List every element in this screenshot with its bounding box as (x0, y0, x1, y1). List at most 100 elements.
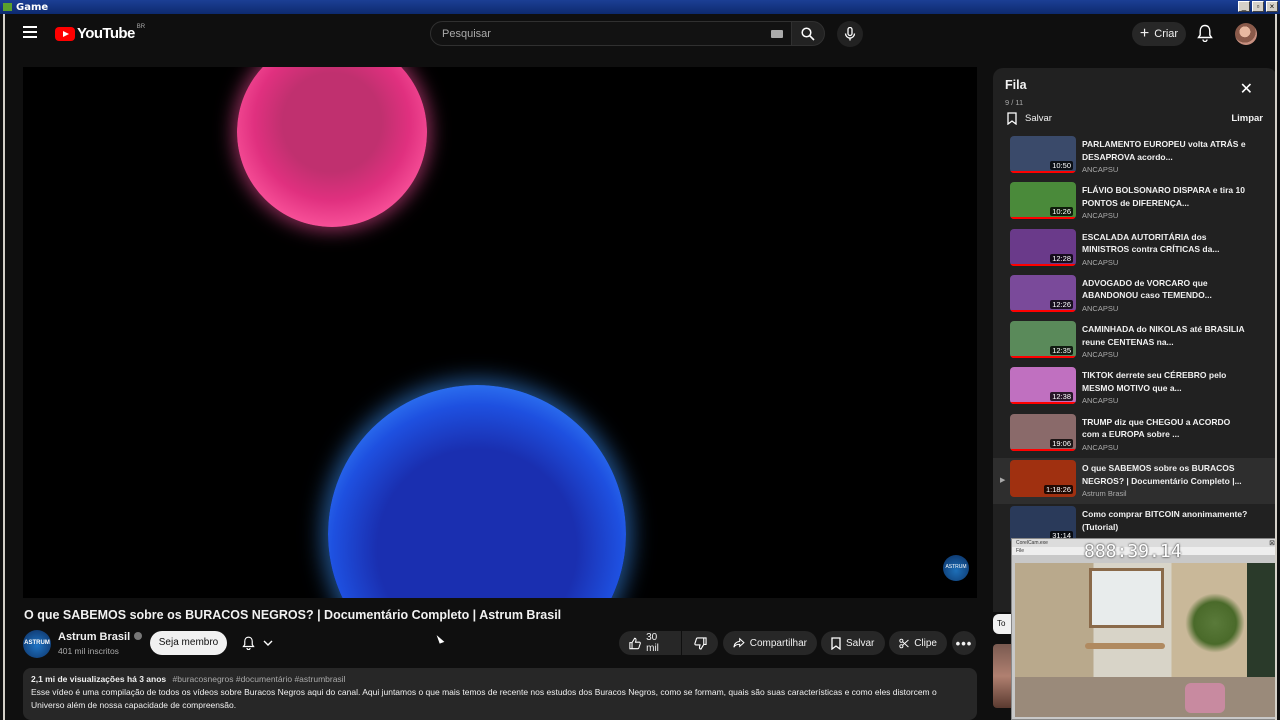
watermark-text: ASTRUM (945, 564, 967, 570)
queue-item[interactable]: 12:35 CAMINHADA do NIKOLAS até BRASILIA r… (993, 319, 1275, 365)
search-input[interactable]: Pesquisar (430, 21, 792, 46)
queue-thumbnail[interactable]: 12:26 (1010, 274, 1076, 312)
bookmark-icon (1007, 112, 1017, 125)
watch-progress-bar (1010, 402, 1076, 405)
queue-thumbnail[interactable]: 10:26 (1010, 182, 1076, 220)
webcam-close-icon[interactable]: ⊠ (1269, 539, 1275, 547)
queue-duration: 10:50 (1050, 161, 1073, 170)
channel-avatar[interactable]: ASTRUM (23, 630, 51, 658)
menu-icon[interactable] (23, 26, 37, 38)
channel-watermark[interactable]: ASTRUM (943, 555, 969, 581)
clip-button[interactable]: Clipe (889, 631, 947, 655)
create-button[interactable]: + Criar (1132, 22, 1186, 46)
queue-save-button[interactable]: Salvar (1007, 112, 1052, 125)
queue-duration: 1:18:26 (1043, 485, 1073, 495)
youtube-logo[interactable]: YouTube BR (55, 24, 145, 42)
queue-item[interactable]: 12:28 ESCALADA AUTORITÁRIA dos MINISTROS … (993, 227, 1275, 273)
queue-thumbnail[interactable]: 10:50 (1010, 136, 1076, 173)
queue-item-title[interactable]: CAMINHADA do NIKOLAS até BRASILIA reune … (1082, 323, 1250, 348)
queue-clear-button[interactable]: Limpar (1231, 113, 1263, 124)
logo-text: YouTube (77, 25, 135, 42)
more-icon: ••• (955, 635, 973, 651)
queue-item[interactable]: 12:26 ADVOGADO de VORCARO que ABANDONOU c… (993, 273, 1275, 319)
like-button[interactable]: 30 mil (619, 631, 681, 655)
minimize-button[interactable]: _ (1238, 1, 1250, 12)
now-playing-icon: ▶ (1000, 477, 1006, 485)
queue-duration: 12:26 (1050, 299, 1073, 309)
queue-item-channel: ANCAPSU (1082, 396, 1119, 406)
channel-name[interactable]: Astrum Brasil (58, 631, 143, 643)
view-count: 2,1 mi de visualizações (31, 674, 125, 684)
bell-icon (1197, 24, 1213, 43)
watch-progress-bar (1010, 263, 1076, 266)
queue-thumbnail[interactable]: 12:38 (1010, 367, 1076, 405)
queue-item-title[interactable]: ADVOGADO de VORCARO que ABANDONOU caso T… (1082, 277, 1250, 302)
window-title-bar: Game _ ▫ × (0, 0, 1280, 14)
keyboard-icon[interactable] (771, 30, 783, 38)
share-button[interactable]: Compartilhar (723, 631, 817, 655)
queue-thumbnail[interactable]: 12:35 (1010, 321, 1076, 359)
close-window-button[interactable]: × (1266, 1, 1278, 12)
browser-viewport: YouTube BR Pesquisar + Criar ASTRUM O qu… (3, 14, 1277, 720)
bookmark-icon (831, 636, 841, 650)
queue-item[interactable]: 19:06 TRUMP diz que CHEGOU a ACORDO com a… (993, 412, 1275, 458)
maximize-button[interactable]: ▫ (1252, 1, 1264, 12)
thumbs-down-icon (693, 636, 707, 650)
queue-item-channel: ANCAPSU (1082, 211, 1119, 221)
voice-search-button[interactable] (837, 21, 863, 47)
queue-item-title[interactable]: PARLAMENTO EUROPEU volta ATRÁS e DESAPRO… (1082, 138, 1250, 163)
queue-item[interactable]: 10:26 FLÁVIO BOLSONARO DISPARA e tira 10 … (993, 180, 1275, 226)
queue-duration: 12:38 (1050, 392, 1073, 402)
queue-item-title[interactable]: O que SABEMOS sobre os BURACOS NEGROS? |… (1082, 462, 1250, 487)
side-thumbnail[interactable] (993, 644, 1011, 708)
video-title: O que SABEMOS sobre os BURACOS NEGROS? |… (24, 608, 562, 622)
clip-label: Clipe (914, 637, 937, 649)
notifications-button[interactable] (1197, 24, 1213, 47)
speedrun-timer: 888:39.14 (1084, 541, 1182, 562)
scissors-icon (899, 638, 909, 648)
room-bag (1185, 683, 1225, 713)
queue-item-title[interactable]: Como comprar BITCOIN anonimamente? (Tuto… (1082, 508, 1250, 533)
queue-duration: 10:26 (1050, 207, 1073, 217)
queue-item[interactable]: 10:50 PARLAMENTO EUROPEU volta ATRÁS e DE… (993, 134, 1275, 180)
queue-item-title[interactable]: ESCALADA AUTORITÁRIA dos MINISTROS contr… (1082, 231, 1250, 256)
hashtags[interactable]: #buracosnegros #documentário #astrumbras… (173, 674, 346, 684)
room-table (1085, 643, 1165, 649)
description-box[interactable]: 2,1 mi de visualizações há 3 anos #burac… (23, 668, 977, 720)
queue-panel: Fila 9 / 11 ✕ Salvar Limpar 10:50 PARLAME… (993, 68, 1275, 612)
search-placeholder: Pesquisar (442, 28, 491, 40)
queue-item-title[interactable]: TIKTOK derrete seu CÉREBRO pelo MESMO MO… (1082, 369, 1250, 394)
room-plant (1185, 593, 1245, 653)
queue-thumbnail[interactable]: 19:06 (1010, 413, 1076, 451)
queue-duration: 19:06 (1050, 438, 1073, 448)
watch-progress-bar (1010, 171, 1076, 173)
watch-progress-bar (1010, 448, 1076, 451)
queue-list: 10:50 PARLAMENTO EUROPEU volta ATRÁS e DE… (993, 134, 1275, 551)
queue-thumbnail[interactable]: 1:18:26 (1010, 460, 1076, 498)
watch-progress-bar (1010, 356, 1076, 359)
queue-item[interactable]: 12:38 TIKTOK derrete seu CÉREBRO pelo MES… (993, 365, 1275, 411)
close-icon[interactable]: ✕ (1240, 82, 1253, 98)
dislike-button[interactable] (682, 631, 718, 655)
account-avatar[interactable] (1235, 23, 1257, 45)
save-button[interactable]: Salvar (821, 631, 885, 655)
more-actions-button[interactable]: ••• (952, 631, 976, 655)
watch-progress-bar (1010, 309, 1076, 312)
webcam-feed (1015, 563, 1275, 717)
pink-sphere (237, 67, 427, 227)
side-button[interactable]: To (993, 614, 1011, 634)
queue-item-title[interactable]: TRUMP diz que CHEGOU a ACORDO com a EURO… (1082, 416, 1250, 441)
blue-sphere (328, 385, 626, 598)
join-button[interactable]: Seja membro (150, 631, 227, 655)
queue-thumbnail[interactable]: 12:28 (1010, 228, 1076, 266)
channel-name-text[interactable]: Astrum Brasil (58, 631, 130, 643)
search-button[interactable] (791, 21, 825, 46)
create-label: Criar (1154, 28, 1179, 40)
save-label: Salvar (846, 637, 875, 649)
queue-item[interactable]: ▶ 1:18:26 O que SABEMOS sobre os BURACOS N… (993, 458, 1275, 505)
plus-icon: + (1139, 25, 1150, 42)
queue-count: 9 / 11 (1005, 98, 1024, 107)
queue-item-title[interactable]: FLÁVIO BOLSONARO DISPARA e tira 10 PONTO… (1082, 184, 1250, 209)
video-player[interactable]: ASTRUM (23, 67, 977, 598)
subscription-notifications-button[interactable] (234, 631, 280, 655)
